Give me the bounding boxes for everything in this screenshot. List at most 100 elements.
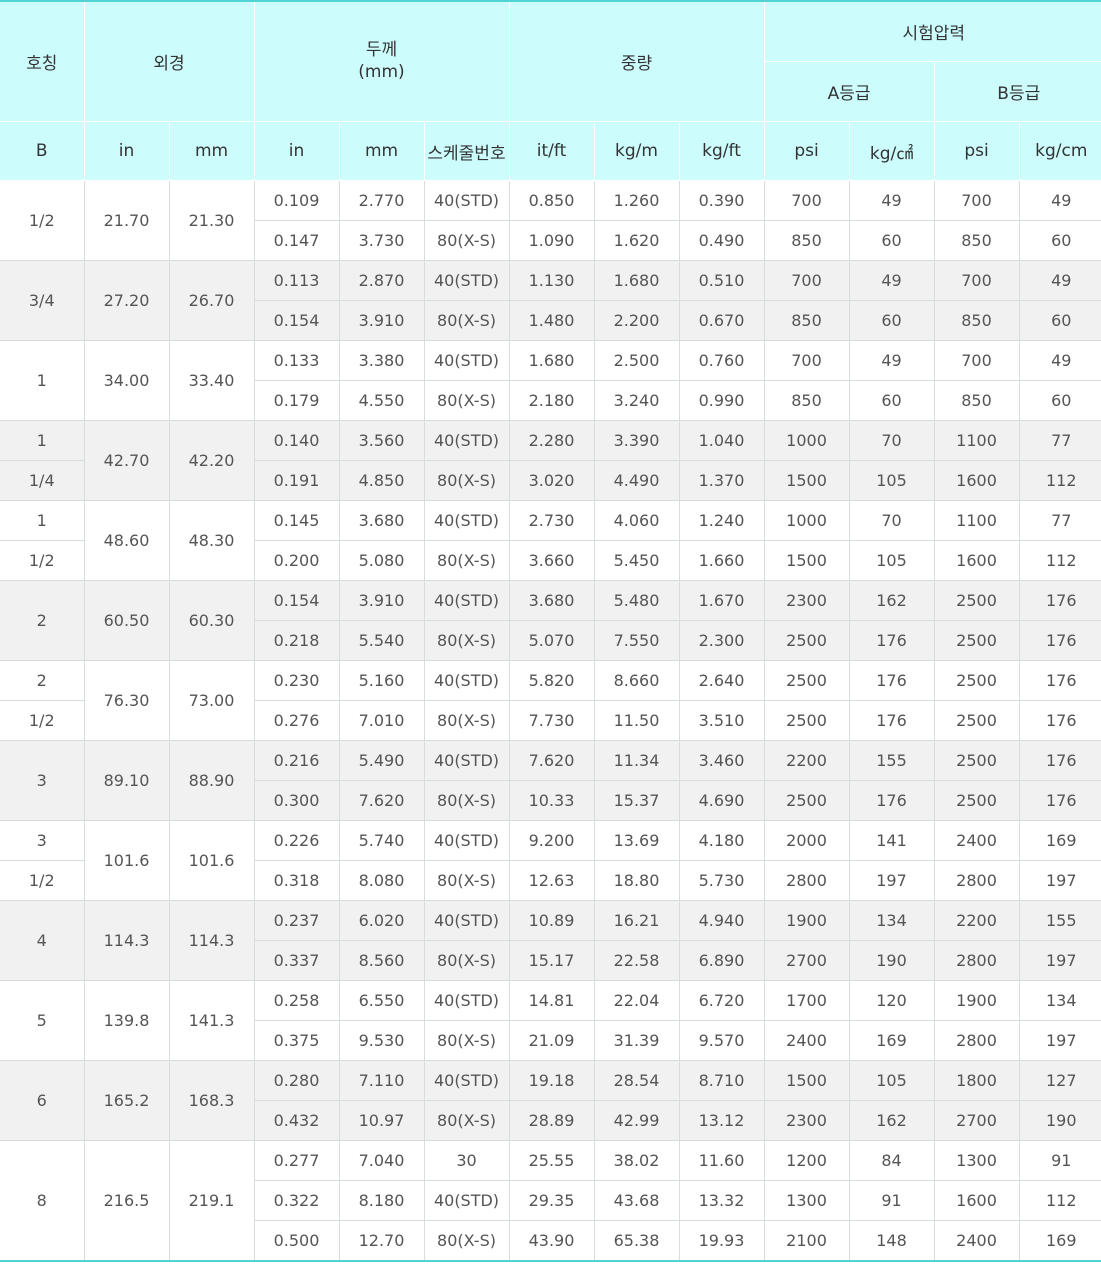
cell-b-psi: 1800	[933, 1060, 1020, 1101]
cell-thickness-in: 0.276	[253, 700, 340, 741]
cell-weight-kgm: 11.50	[593, 700, 680, 741]
cell-b-psi: 2500	[933, 780, 1020, 821]
cell-weight-itft: 1.480	[508, 300, 595, 341]
cell-thickness-mm: 5.160	[338, 660, 425, 701]
unit-header: kg/ft	[678, 121, 765, 181]
cell-a-psi: 1300	[763, 1180, 850, 1221]
cell-a-kgcm2: 70	[848, 500, 935, 541]
pipe-spec-table: 호칭 외경 두께 (mm) 중량 시험압력 A등급 B등급 B in mm in…	[0, 0, 1101, 1262]
cell-weight-itft: 25.55	[508, 1140, 595, 1181]
table-row: 1 34.00 33.40 0.133 3.380 40(STD) 1.680 2.500 0.…	[0, 340, 1101, 421]
cell-weight-itft: 1.090	[508, 220, 595, 261]
cell-b-psi: 2500	[933, 700, 1020, 741]
cell-thickness-mm: 8.180	[338, 1180, 425, 1221]
cell-od-mm: 114.3	[168, 900, 255, 981]
cell-weight-kgft: 4.940	[678, 900, 765, 941]
cell-weight-kgft: 13.32	[678, 1180, 765, 1221]
cell-a-kgcm2: 60	[848, 300, 935, 341]
cell-a-psi: 1000	[763, 500, 850, 541]
header-grade-a: A등급	[764, 61, 935, 122]
cell-thickness-mm: 6.550	[338, 980, 425, 1021]
cell-od-mm: 219.1	[168, 1140, 255, 1262]
cell-a-kgcm2: 105	[848, 1060, 935, 1101]
cell-nominal-b: 1	[0, 420, 85, 461]
cell-a-kgcm2: 162	[848, 580, 935, 621]
cell-weight-itft: 2.730	[508, 500, 595, 541]
cell-thickness-in: 0.277	[253, 1140, 340, 1181]
cell-od-mm: 60.30	[168, 580, 255, 661]
cell-weight-kgft: 19.93	[678, 1220, 765, 1262]
cell-weight-kgm: 13.69	[593, 820, 680, 861]
unit-header-row: B in mm in mm 스케줄번호 it/ft kg/m kg/ft psi…	[0, 121, 1101, 181]
cell-weight-kgft: 0.510	[678, 260, 765, 301]
table-row: 4 114.3 114.3 0.237 6.020 40(STD) 10.89 16.21 4.…	[0, 900, 1101, 981]
size-group: 1 34.00 33.40 0.133 3.380 40(STD) 1.680 2.500 0.…	[0, 340, 1101, 421]
cell-a-kgcm2: 49	[848, 260, 935, 301]
size-group: 2 76.30 73.00 0.230 5.160 40(STD) 5.820 8.660 2.…	[0, 660, 1101, 741]
cell-weight-kgm: 31.39	[593, 1020, 680, 1061]
cell-thickness-in: 0.109	[253, 180, 340, 221]
cell-a-psi: 2000	[763, 820, 850, 861]
size-group: 1 48.60 48.30 0.145 3.680 40(STD) 2.730 4.060 1.…	[0, 500, 1101, 581]
cell-od-mm: 42.20	[168, 420, 255, 501]
cell-weight-kgft: 1.240	[678, 500, 765, 541]
cell-weight-kgm: 11.34	[593, 740, 680, 781]
cell-weight-itft: 43.90	[508, 1220, 595, 1262]
cell-a-kgcm2: 49	[848, 340, 935, 381]
cell-b-psi: 850	[933, 220, 1020, 261]
cell-thickness-in: 0.191	[253, 460, 340, 501]
cell-weight-itft: 2.180	[508, 380, 595, 421]
cell-a-kgcm2: 155	[848, 740, 935, 781]
cell-thickness-in: 0.226	[253, 820, 340, 861]
cell-schedule: 40(STD)	[423, 500, 510, 541]
unit-header: 스케줄번호	[423, 121, 510, 181]
cell-b-kgcm: 176	[1018, 580, 1101, 621]
cell-a-psi: 850	[763, 220, 850, 261]
cell-schedule: 40(STD)	[423, 420, 510, 461]
cell-weight-itft: 1.680	[508, 340, 595, 381]
cell-od-in: 165.2	[83, 1060, 170, 1141]
cell-weight-kgft: 1.660	[678, 540, 765, 581]
unit-header: kg/m	[593, 121, 680, 181]
cell-a-kgcm2: 176	[848, 660, 935, 701]
cell-nominal-b: 2	[0, 660, 85, 701]
cell-thickness-mm: 3.910	[338, 580, 425, 621]
cell-weight-itft: 28.89	[508, 1100, 595, 1141]
header-grade-b: B등급	[933, 61, 1101, 122]
cell-weight-kgm: 22.58	[593, 940, 680, 981]
cell-b-psi: 850	[933, 380, 1020, 421]
cell-a-kgcm2: 176	[848, 780, 935, 821]
cell-od-mm: 26.70	[168, 260, 255, 341]
cell-weight-itft: 1.130	[508, 260, 595, 301]
cell-thickness-in: 0.218	[254, 620, 340, 661]
cell-od-in: 27.20	[83, 260, 170, 341]
cell-b-kgcm: 197	[1018, 860, 1101, 901]
table-row: 6 165.2 168.3 0.280 7.110 40(STD) 19.18 28.54 8.…	[0, 1060, 1101, 1141]
table-header: 호칭 외경 두께 (mm) 중량 시험압력 A등급 B등급 B in mm in…	[0, 1, 1101, 181]
cell-a-psi: 2700	[763, 940, 850, 981]
cell-a-psi: 2300	[763, 580, 850, 621]
size-group: 5 139.8 141.3 0.258 6.550 40(STD) 14.81 22.04 6.…	[0, 980, 1101, 1061]
cell-od-mm: 48.30	[168, 500, 255, 581]
cell-b-kgcm: 49	[1018, 180, 1101, 221]
cell-b-psi: 2400	[933, 1220, 1020, 1262]
cell-weight-kgm: 42.99	[593, 1100, 680, 1141]
cell-thickness-in: 0.258	[253, 980, 340, 1021]
cell-weight-kgft: 1.040	[678, 420, 765, 461]
table-row: 1 42.70 42.20 0.140 3.560 40(STD) 2.280 3.390 1.…	[0, 420, 1101, 501]
cell-b-kgcm: 176	[1018, 620, 1101, 661]
cell-b-kgcm: 169	[1018, 820, 1101, 861]
cell-weight-kgm: 1.680	[593, 260, 680, 301]
cell-thickness-mm: 5.080	[338, 540, 425, 581]
table-row: 5 139.8 141.3 0.258 6.550 40(STD) 14.81 22.04 6.…	[0, 980, 1101, 1061]
cell-nominal-b: 3	[0, 820, 85, 861]
cell-weight-kgft: 0.390	[678, 180, 765, 221]
cell-weight-kgm: 15.37	[593, 780, 680, 821]
cell-a-psi: 2500	[763, 620, 850, 661]
cell-schedule: 40(STD)	[423, 820, 510, 861]
cell-a-psi: 700	[763, 340, 850, 381]
cell-b-psi: 1600	[933, 540, 1020, 581]
cell-thickness-in: 0.318	[253, 860, 340, 901]
size-group: 4 114.3 114.3 0.237 6.020 40(STD) 10.89 16.21 4.…	[0, 900, 1101, 981]
cell-nominal-b: 3	[0, 740, 85, 821]
